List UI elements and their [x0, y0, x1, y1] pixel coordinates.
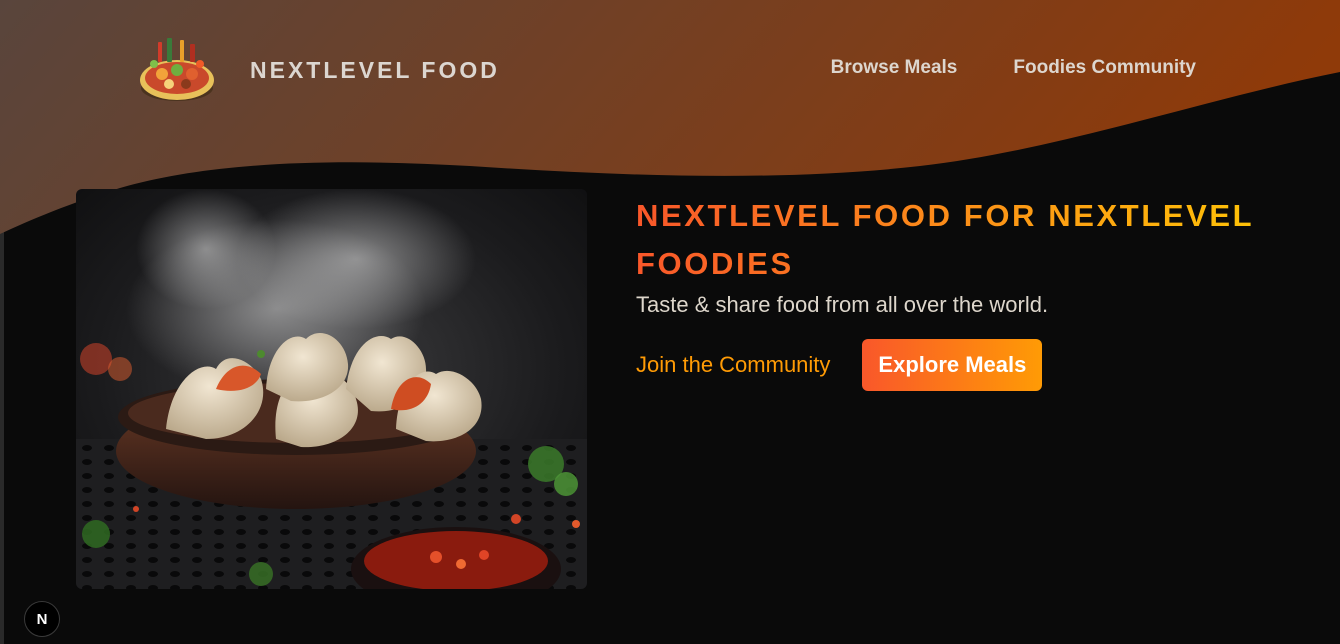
hero-content: NEXTLEVEL FOOD FOR NEXTLEVEL FOODIES Tas… — [636, 192, 1296, 391]
hero-title: NEXTLEVEL FOOD FOR NEXTLEVEL FOODIES — [636, 192, 1296, 288]
nextjs-dev-indicator[interactable]: N — [24, 601, 60, 637]
explore-meals-button[interactable]: Explore Meals — [862, 339, 1043, 391]
main-nav: Browse Meals Foodies Community — [831, 57, 1196, 79]
logo-title: NEXTLEVEL FOOD — [250, 56, 500, 83]
n-logo-icon: N — [36, 610, 48, 628]
hero-subtitle: Taste & share food from all over the wor… — [636, 292, 1049, 317]
nav-browse-meals[interactable]: Browse Meals — [831, 57, 958, 79]
hero-cta-group: Join the Community Explore Meals — [636, 339, 1296, 391]
food-platter-logo — [140, 38, 214, 101]
join-community-link[interactable]: Join the Community — [636, 352, 830, 378]
nav-foodies-community[interactable]: Foodies Community — [1013, 57, 1196, 79]
main-header: NEXTLEVEL FOOD Browse Meals Foodies Comm… — [0, 0, 1340, 140]
logo-link[interactable]: NEXTLEVEL FOOD — [134, 34, 500, 106]
hero-dumplings-image — [76, 189, 587, 589]
page: NEXTLEVEL FOOD Browse Meals Foodies Comm… — [0, 0, 1340, 644]
